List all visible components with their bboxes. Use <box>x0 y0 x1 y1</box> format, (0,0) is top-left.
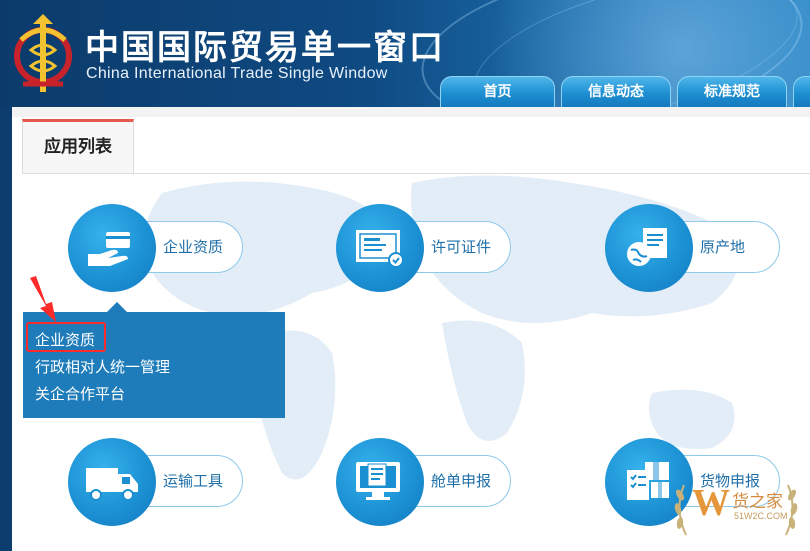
tab-standards[interactable]: 标准规范 <box>677 76 787 107</box>
app-manifest[interactable]: 舱单申报 <box>336 438 512 526</box>
app-origin[interactable]: 原产地 <box>605 204 781 292</box>
app-label: 许可证件 <box>431 238 492 256</box>
tab-app-list[interactable]: 应用列表 <box>22 119 134 173</box>
site-watermark: W 货之家 51W2C.COM <box>666 475 806 551</box>
watermark-url: 51W2C.COM <box>734 511 788 521</box>
app-enterprise-qualification[interactable]: 企业资质 <box>68 204 244 292</box>
monitor-document-icon <box>356 462 400 500</box>
globe-document-icon <box>627 228 667 266</box>
content-top-strip <box>12 107 810 117</box>
site-title-cn: 中国国际贸易单一窗口 <box>85 28 445 68</box>
menu-item-admin-counterpart-management[interactable]: 行政相对人统一管理 <box>35 356 170 377</box>
site-header: 中国国际贸易单一窗口 China International Trade Sin… <box>0 0 810 107</box>
app-circle <box>68 438 156 526</box>
dropdown-pointer <box>107 302 127 312</box>
menu-item-customs-enterprise-platform[interactable]: 关企合作平台 <box>35 383 125 404</box>
app-label: 运输工具 <box>163 472 224 490</box>
app-circle <box>605 204 693 292</box>
tab-home[interactable]: 首页 <box>440 76 555 107</box>
app-circle <box>336 204 424 292</box>
app-circle <box>68 204 156 292</box>
app-circle <box>336 438 424 526</box>
truck-icon <box>86 468 138 501</box>
red-pointer-arrow-icon <box>30 276 56 322</box>
watermark-letter: W <box>692 482 730 524</box>
customs-emblem-icon <box>14 14 72 92</box>
certificate-icon <box>356 230 404 268</box>
card-hand-icon <box>88 232 130 266</box>
app-label: 舱单申报 <box>431 472 492 490</box>
site-title-en: China International Trade Single Window <box>86 65 388 82</box>
app-label: 原产地 <box>700 238 746 256</box>
tab-more[interactable] <box>793 76 810 107</box>
app-transport[interactable]: 运输工具 <box>68 438 244 526</box>
content-tabbar: 应用列表 <box>22 119 810 174</box>
highlight-box <box>26 322 106 352</box>
app-label: 企业资质 <box>163 238 224 256</box>
watermark-brand: 货之家 <box>732 492 783 512</box>
app-license-certificate[interactable]: 许可证件 <box>336 204 512 292</box>
tab-news[interactable]: 信息动态 <box>561 76 671 107</box>
